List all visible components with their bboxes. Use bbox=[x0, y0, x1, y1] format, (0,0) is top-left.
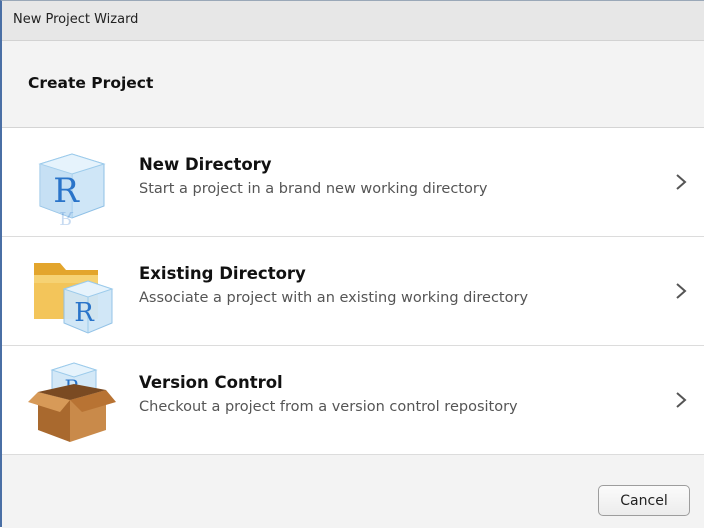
chevron-right-icon bbox=[676, 392, 687, 408]
chevron-right-icon bbox=[676, 283, 687, 299]
dialog-footer: Cancel bbox=[2, 455, 704, 528]
option-title: Version Control bbox=[139, 373, 283, 392]
folder-r-cube-icon: R bbox=[34, 263, 114, 334]
version-control-option[interactable]: R Version Control Checkout a project fro… bbox=[2, 346, 704, 455]
chevron-right-icon bbox=[676, 174, 687, 190]
window-title: New Project Wizard bbox=[13, 12, 139, 27]
window-titlebar[interactable]: New Project Wizard bbox=[2, 1, 704, 41]
existing-directory-option[interactable]: R Existing Directory Associate a project… bbox=[2, 237, 704, 346]
wizard-header: Create Project bbox=[2, 41, 704, 128]
svg-text:R: R bbox=[74, 298, 95, 328]
project-type-list: R R New Directory Start a project in a b… bbox=[2, 128, 704, 455]
page-title: Create Project bbox=[28, 74, 154, 92]
new-project-wizard-dialog: New Project Wizard Create Project R R Ne… bbox=[0, 0, 704, 528]
box-r-cube-icon: R bbox=[28, 362, 116, 442]
option-title: New Directory bbox=[139, 155, 272, 174]
cancel-button[interactable]: Cancel bbox=[598, 485, 690, 516]
option-description: Start a project in a brand new working d… bbox=[139, 181, 488, 197]
new-directory-option[interactable]: R R New Directory Start a project in a b… bbox=[2, 128, 704, 237]
svg-text:R: R bbox=[59, 207, 73, 226]
svg-text:R: R bbox=[53, 171, 80, 211]
option-description: Associate a project with an existing wor… bbox=[139, 290, 529, 306]
option-description: Checkout a project from a version contro… bbox=[139, 399, 518, 415]
option-title: Existing Directory bbox=[139, 264, 306, 283]
r-cube-icon: R R bbox=[38, 153, 106, 226]
